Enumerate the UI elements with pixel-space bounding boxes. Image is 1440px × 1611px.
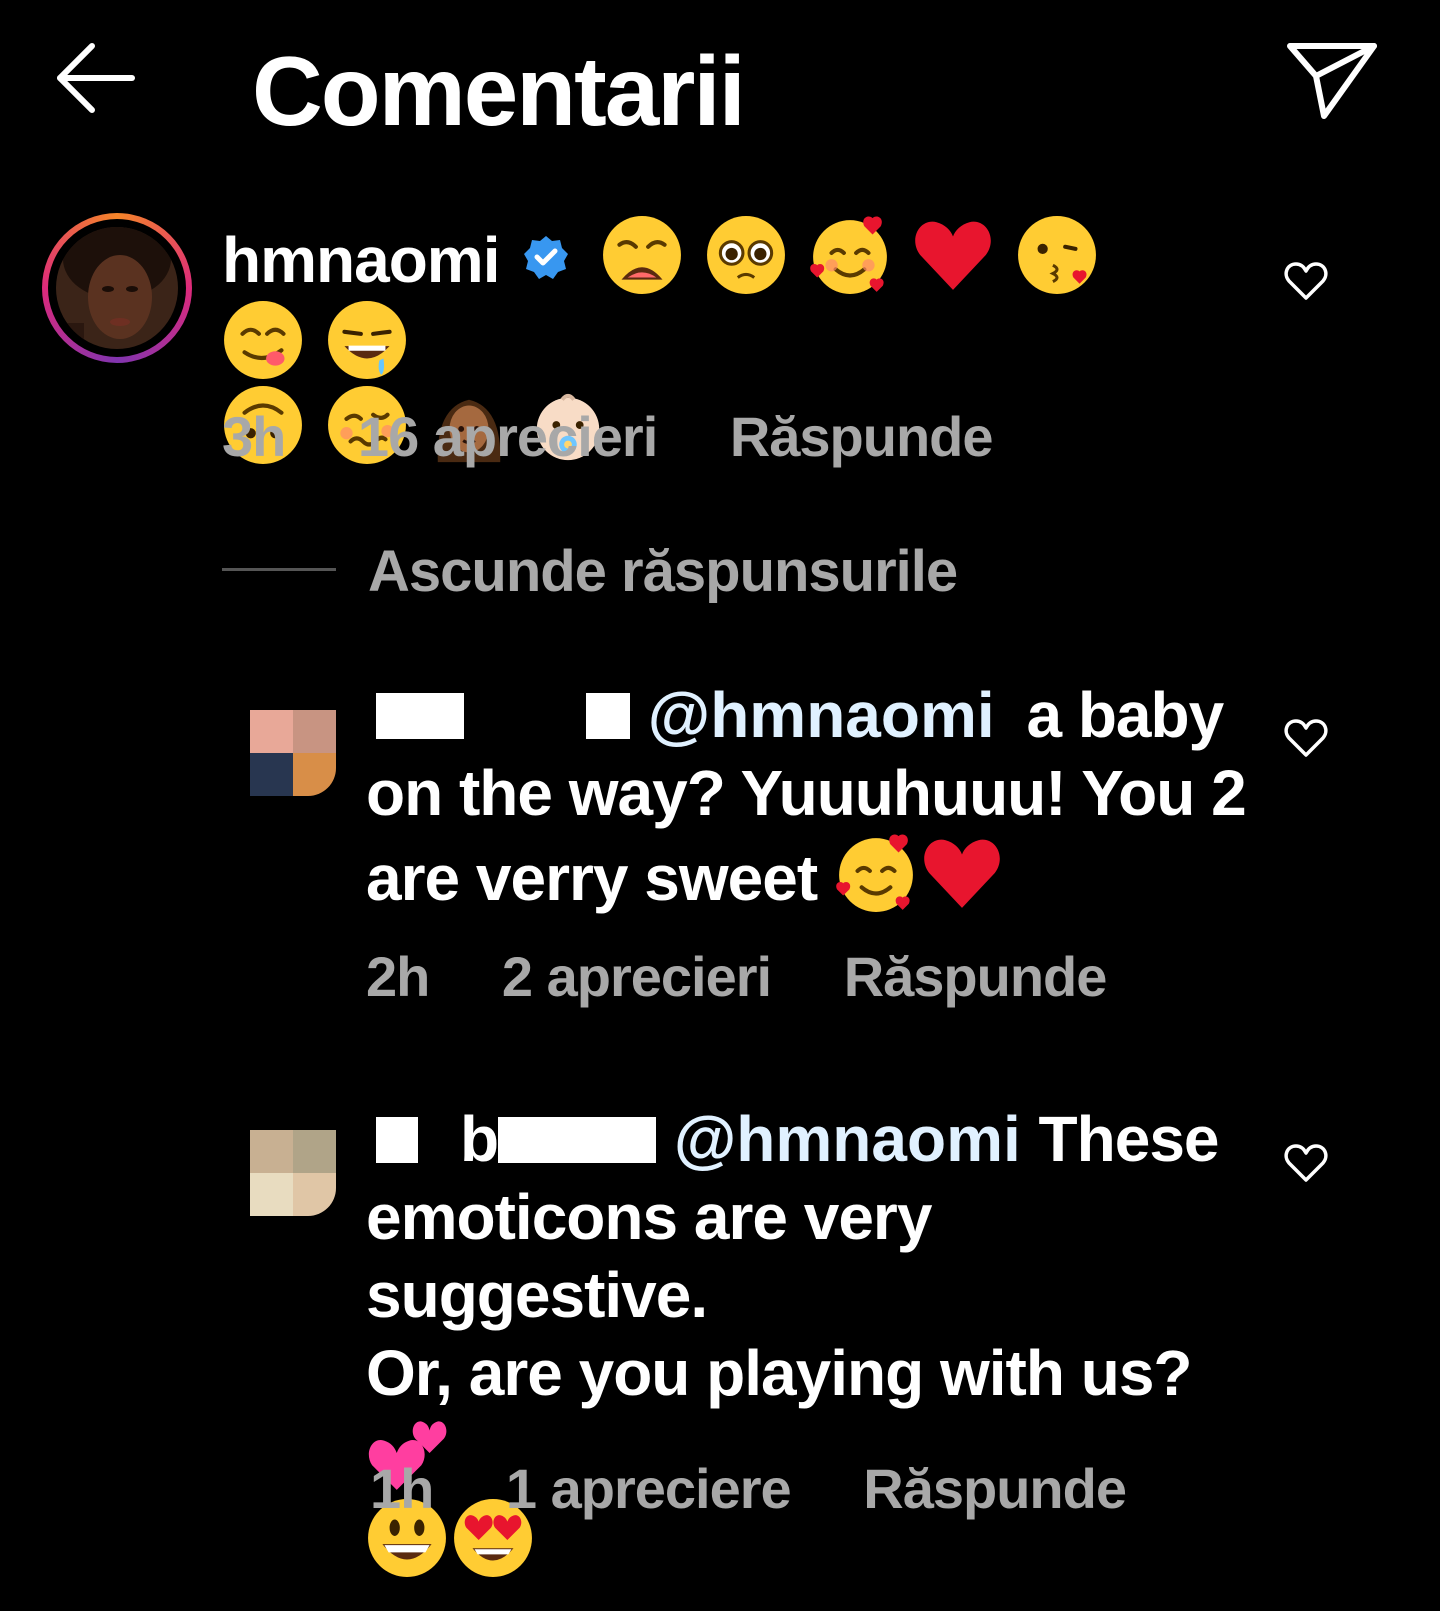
- comment-time: 3h: [222, 405, 286, 468]
- comment-meta: 3h 16 aprecieri Răspunde: [222, 404, 1051, 469]
- comment-time: 1h: [370, 1457, 434, 1520]
- page-title: Comentarii: [252, 36, 746, 146]
- header-bar: Comentarii: [0, 0, 1440, 180]
- comment-likes[interactable]: 2 aprecieri: [502, 945, 772, 1008]
- comment-text: Or, are you playing with us?: [366, 1337, 1192, 1410]
- face-savoring-food-icon: [224, 301, 302, 380]
- comment-text: a baby: [1026, 679, 1224, 751]
- comment-likes[interactable]: 16 aprecieri: [358, 405, 658, 468]
- weary-face-icon: [603, 216, 681, 294]
- drooling-face-icon: [327, 301, 406, 380]
- mention-link[interactable]: @hmnaomi: [674, 1103, 1021, 1175]
- paper-plane-icon: [1287, 43, 1377, 119]
- reply-button[interactable]: Răspunde: [863, 1457, 1127, 1520]
- reply-button[interactable]: Răspunde: [730, 405, 994, 468]
- avatar[interactable]: [250, 710, 336, 796]
- avatar[interactable]: [42, 213, 192, 363]
- like-heart-icon[interactable]: [1283, 715, 1329, 761]
- partial-username: b: [460, 1103, 499, 1175]
- redacted-username: [586, 693, 630, 739]
- comment-meta: 2h 2 aprecieri Răspunde: [366, 944, 1164, 1009]
- divider-line: [222, 568, 336, 571]
- comment-text: are verry sweet: [366, 842, 818, 915]
- like-heart-icon[interactable]: [1283, 258, 1329, 304]
- smiling-face-with-hearts-icon: [836, 834, 913, 913]
- comment-content: @hmnaomi a baby on the way? Yuuuhuuu! Yo…: [366, 676, 1247, 917]
- comment-likes[interactable]: 1 apreciere: [506, 1457, 792, 1520]
- red-heart-icon: [915, 221, 992, 290]
- mention-link[interactable]: @hmnaomi: [648, 679, 995, 751]
- redacted-username: [376, 1117, 418, 1163]
- comment-meta: 1h 1 apreciere Răspunde: [370, 1456, 1184, 1521]
- red-heart-icon: [924, 839, 1000, 909]
- avatar[interactable]: [250, 1130, 336, 1216]
- back-button[interactable]: [52, 40, 142, 120]
- smiling-face-with-hearts-icon: [809, 216, 887, 294]
- comment-text: on the way? Yuuuhuuu! You 2: [366, 757, 1247, 830]
- like-heart-icon[interactable]: [1283, 1140, 1329, 1186]
- pleading-face-icon: [706, 216, 785, 294]
- share-button[interactable]: [1284, 38, 1380, 124]
- comment-time: 2h: [366, 945, 430, 1008]
- redacted-username: [376, 693, 464, 739]
- redacted-username: [498, 1117, 657, 1163]
- face-blowing-kiss-icon: [1018, 216, 1097, 294]
- hide-replies-label: Ascunde răspunsurile: [368, 539, 958, 604]
- comment-text: emoticons are very suggestive.: [366, 1181, 932, 1332]
- verified-badge-icon: [524, 236, 569, 279]
- arrow-left-icon: [57, 43, 135, 113]
- comment-text: These: [1038, 1103, 1220, 1175]
- comment-username[interactable]: hmnaomi: [222, 224, 500, 296]
- reply-button[interactable]: Răspunde: [844, 945, 1108, 1008]
